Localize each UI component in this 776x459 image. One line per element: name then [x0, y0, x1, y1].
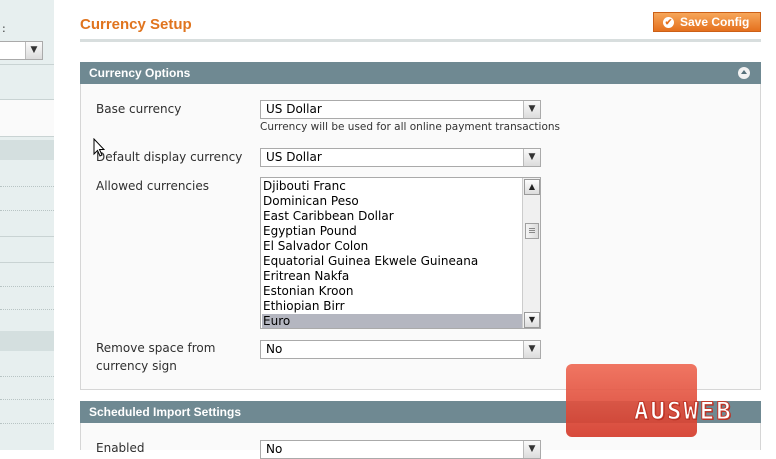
enabled-value: No [266, 442, 283, 456]
sidebar-divider [0, 236, 54, 237]
list-item[interactable]: El Salvador Colon [262, 239, 525, 254]
save-config-button[interactable]: ✔ Save Config [653, 12, 761, 32]
list-item[interactable]: Dominican Peso [262, 194, 525, 209]
listbox-scrollbar[interactable]: ▲ ▼ [522, 178, 540, 328]
base-currency-note: Currency will be used for all online pay… [260, 121, 561, 133]
chevron-down-icon: ▼ [25, 42, 42, 59]
default-display-label: Default display currency [96, 150, 243, 164]
enabled-label: Enabled [96, 441, 145, 455]
chevron-down-icon: ▼ [523, 149, 540, 166]
collapse-up-icon[interactable] [738, 67, 750, 79]
list-item[interactable]: Ethiopian Birr [262, 299, 525, 314]
sidebar-divider [0, 64, 54, 65]
base-currency-label: Base currency [96, 102, 182, 116]
check-circle-icon: ✔ [663, 16, 674, 28]
section-header-currency-options[interactable]: Currency Options [80, 62, 761, 84]
list-item[interactable]: Egyptian Pound [262, 224, 525, 239]
save-config-label: Save Config [680, 15, 750, 29]
sidebar-item[interactable] [0, 309, 54, 310]
mouse-cursor-icon [93, 138, 105, 157]
base-currency-value: US Dollar [266, 102, 322, 116]
header-divider [80, 39, 761, 42]
remove-space-value: No [266, 342, 283, 356]
allowed-currencies-listbox[interactable]: Djibouti Franc Dominican Peso East Carib… [260, 177, 541, 329]
scroll-down-icon[interactable]: ▼ [524, 312, 540, 328]
sidebar-group-header[interactable] [0, 140, 54, 160]
section-title: Currency Options [89, 66, 191, 80]
list-item[interactable]: Equatorial Guinea Ekwele Guineana [262, 254, 525, 269]
section-title: Scheduled Import Settings [89, 405, 242, 419]
sidebar-item[interactable] [0, 399, 54, 400]
default-display-select[interactable]: US Dollar ▼ [260, 148, 541, 167]
chevron-down-icon: ▼ [523, 341, 540, 358]
chevron-down-icon: ▼ [523, 101, 540, 118]
sidebar-item[interactable] [0, 210, 54, 211]
watermark-text: AUSWEB [634, 397, 733, 426]
default-display-value: US Dollar [266, 150, 322, 164]
sidebar-divider [0, 262, 54, 263]
allowed-currencies-label: Allowed currencies [96, 179, 209, 193]
sidebar-item[interactable] [0, 286, 54, 287]
list-item-selected[interactable]: Euro [262, 314, 525, 328]
list-item[interactable]: East Caribbean Dollar [262, 209, 525, 224]
scroll-up-icon[interactable]: ▲ [524, 179, 540, 195]
base-currency-select[interactable]: US Dollar ▼ [260, 100, 541, 119]
scrollbar-thumb[interactable] [525, 223, 539, 239]
list-item[interactable]: Djibouti Franc [262, 179, 525, 194]
sidebar-item[interactable] [0, 423, 54, 424]
sidebar-item[interactable] [0, 376, 54, 377]
left-sidebar: : ▼ [0, 0, 54, 450]
sidebar-group-header[interactable] [0, 331, 54, 351]
remove-space-label-line2: currency sign [96, 359, 177, 373]
list-item[interactable]: Estonian Kroon [262, 284, 525, 299]
scope-select[interactable]: ▼ [0, 41, 43, 60]
page-title: Currency Setup [80, 16, 192, 33]
sidebar-item-active[interactable] [0, 99, 54, 137]
remove-space-label-line1: Remove space from [96, 341, 216, 355]
sidebar-item[interactable] [0, 186, 54, 187]
scope-label: : [2, 22, 6, 35]
remove-space-select[interactable]: No ▼ [260, 340, 541, 359]
list-item[interactable]: Eritrean Nakfa [262, 269, 525, 284]
